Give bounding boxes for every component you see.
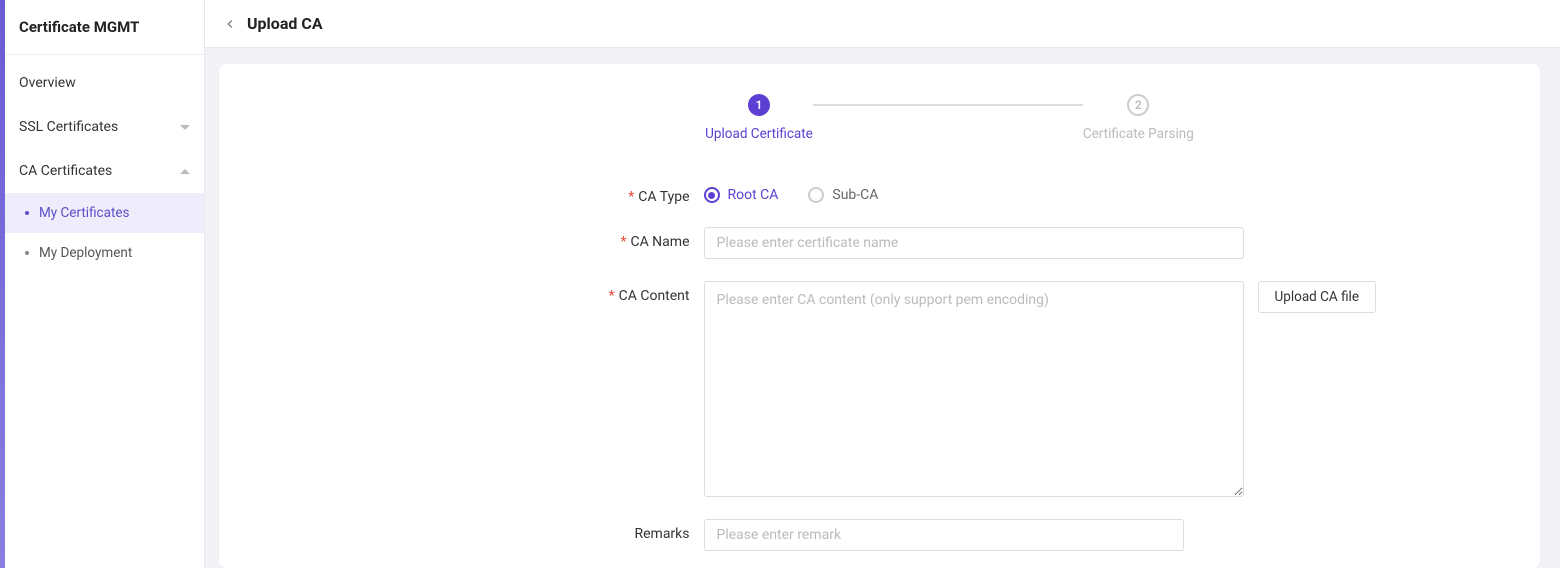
label-remarks: Remarks: [360, 519, 690, 542]
control-ca-content: Upload CA file: [704, 281, 1400, 497]
remarks-input[interactable]: [704, 519, 1184, 551]
control-remarks: [704, 519, 1400, 551]
row-remarks: Remarks: [360, 519, 1400, 551]
row-ca-type: *CA Type Root CA Sub-CA: [360, 182, 1400, 205]
step-2-label: Certificate Parsing: [1083, 126, 1194, 142]
sidebar-item-overview[interactable]: Overview: [5, 61, 204, 105]
back-icon[interactable]: [223, 17, 237, 31]
sidebar-title: Certificate MGMT: [5, 0, 204, 55]
sidebar-subitem-my-deployment[interactable]: My Deployment: [5, 233, 204, 273]
label-ca-type: *CA Type: [360, 182, 690, 205]
step-1-label: Upload Certificate: [705, 126, 813, 142]
main-area: Upload CA 1 Upload Certificate 2 Certifi…: [205, 0, 1560, 568]
sidebar-item-label: SSL Certificates: [19, 119, 118, 135]
radio-icon: [704, 187, 720, 203]
step-2-circle: 2: [1127, 94, 1149, 116]
sidebar-item-label: CA Certificates: [19, 163, 112, 179]
radio-root-ca[interactable]: Root CA: [704, 187, 779, 203]
content-wrapper: 1 Upload Certificate 2 Certificate Parsi…: [205, 48, 1560, 568]
sidebar-subitem-label: My Deployment: [39, 245, 132, 261]
label-ca-content: *CA Content: [360, 281, 690, 304]
page-title: Upload CA: [247, 14, 323, 33]
left-accent-bar: [0, 0, 5, 568]
ca-content-textarea[interactable]: [704, 281, 1244, 497]
row-ca-content: *CA Content Upload CA file: [360, 281, 1400, 497]
radio-label: Root CA: [728, 187, 779, 203]
upload-ca-file-button[interactable]: Upload CA file: [1258, 281, 1377, 313]
sidebar-item-ssl-certificates[interactable]: SSL Certificates: [5, 105, 204, 149]
sidebar-item-ca-certificates[interactable]: CA Certificates: [5, 149, 204, 193]
radio-label: Sub-CA: [832, 187, 878, 203]
ca-name-input[interactable]: [704, 227, 1244, 259]
page-header: Upload CA: [205, 0, 1560, 48]
chevron-down-icon: [180, 125, 190, 130]
required-asterisk: *: [609, 288, 615, 304]
radio-icon: [808, 187, 824, 203]
sidebar-subitem-label: My Certificates: [39, 205, 130, 221]
label-ca-name: *CA Name: [360, 227, 690, 250]
sidebar-subitem-my-certificates[interactable]: My Certificates: [5, 193, 204, 233]
radio-sub-ca[interactable]: Sub-CA: [808, 187, 878, 203]
upload-form: *CA Type Root CA Sub-CA: [360, 182, 1400, 551]
sidebar-item-label: Overview: [19, 75, 76, 91]
step-2: 2 Certificate Parsing: [1083, 94, 1194, 142]
sidebar: Certificate MGMT Overview SSL Certificat…: [5, 0, 205, 568]
step-1-circle: 1: [748, 94, 770, 116]
stepper: 1 Upload Certificate 2 Certificate Parsi…: [399, 94, 1500, 142]
required-asterisk: *: [628, 189, 634, 205]
control-ca-type: Root CA Sub-CA: [704, 182, 1400, 203]
form-card: 1 Upload Certificate 2 Certificate Parsi…: [219, 64, 1540, 568]
sidebar-nav: Overview SSL Certificates CA Certificate…: [5, 55, 204, 273]
step-connector: [813, 104, 1083, 106]
chevron-up-icon: [180, 169, 190, 174]
radio-group-ca-type: Root CA Sub-CA: [704, 182, 879, 203]
step-1: 1 Upload Certificate: [705, 94, 813, 142]
row-ca-name: *CA Name: [360, 227, 1400, 259]
required-asterisk: *: [620, 234, 626, 250]
control-ca-name: [704, 227, 1400, 259]
